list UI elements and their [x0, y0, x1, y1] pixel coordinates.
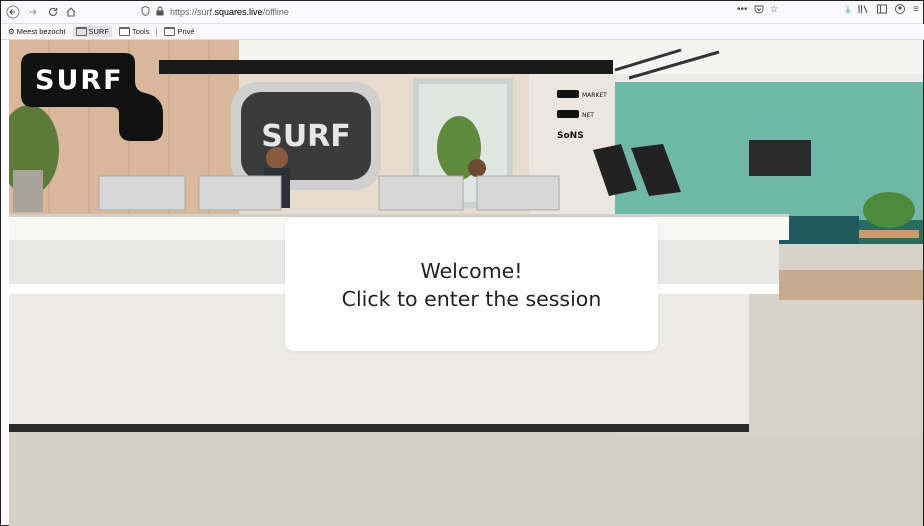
bookmarks-toolbar: ⚙ Meest bezocht SURF Tools Privé: [1, 24, 924, 40]
toolbar-right: ⤓ ≡: [846, 4, 919, 17]
bookmark-separator: [156, 26, 158, 37]
logo-text: SURF: [35, 65, 124, 96]
bookmark-meest-bezocht[interactable]: ⚙ Meest bezocht: [5, 26, 69, 37]
bookmark-label: Privé: [177, 27, 195, 36]
pocket-icon[interactable]: [754, 4, 764, 17]
url-path: /offline: [262, 7, 289, 17]
url-text[interactable]: https://surf.squares.live/offline: [170, 7, 289, 17]
surf-logo: SURF: [21, 53, 163, 141]
url-bar[interactable]: https://surf.squares.live/offline: [141, 4, 791, 20]
sidebar-icon[interactable]: [877, 4, 888, 17]
star-icon[interactable]: ☆: [770, 4, 779, 17]
menu-icon[interactable]: ≡: [913, 4, 919, 17]
welcome-title: Welcome!: [420, 258, 523, 283]
more-icon[interactable]: •••: [737, 4, 748, 17]
library-icon[interactable]: [858, 4, 869, 17]
account-icon[interactable]: [895, 4, 906, 17]
back-icon[interactable]: [5, 4, 21, 20]
svg-text:SoNS: SoNS: [557, 131, 584, 141]
url-host: squares.live: [214, 7, 263, 17]
enter-session-text[interactable]: Click to enter the session: [342, 285, 602, 313]
bookmark-label: Meest bezocht: [16, 27, 66, 36]
browser-window: https://surf.squares.live/offline ••• ☆ …: [0, 0, 924, 526]
bookmark-folder-surf[interactable]: SURF: [72, 26, 112, 37]
folder-icon: [164, 27, 176, 36]
bookmark-folder-tools[interactable]: Tools: [116, 26, 153, 37]
gear-icon: ⚙: [8, 27, 15, 36]
browser-toolbar: https://surf.squares.live/offline ••• ☆ …: [1, 1, 923, 24]
home-icon[interactable]: [63, 4, 79, 20]
bookmark-label: SURF: [88, 27, 109, 36]
download-icon[interactable]: ⤓: [846, 4, 850, 17]
welcome-dialog[interactable]: Welcome! Click to enter the session: [285, 218, 658, 351]
bookmark-folder-prive[interactable]: Privé: [161, 26, 197, 37]
shield-icon[interactable]: [141, 5, 150, 19]
folder-icon: [75, 27, 87, 36]
svg-text:MARKET: MARKET: [582, 92, 607, 99]
url-prefix: https://surf.: [170, 7, 215, 17]
lock-icon[interactable]: [156, 6, 164, 19]
folder-icon: [118, 27, 130, 36]
forward-icon[interactable]: [25, 4, 41, 20]
page-content[interactable]: SURF MARKET NET SoNS SURF Welcome! Click…: [9, 40, 923, 526]
url-actions: ••• ☆: [737, 4, 778, 17]
bookmark-label: Tools: [131, 27, 150, 36]
reload-icon[interactable]: [45, 4, 61, 20]
svg-text:NET: NET: [582, 112, 594, 119]
